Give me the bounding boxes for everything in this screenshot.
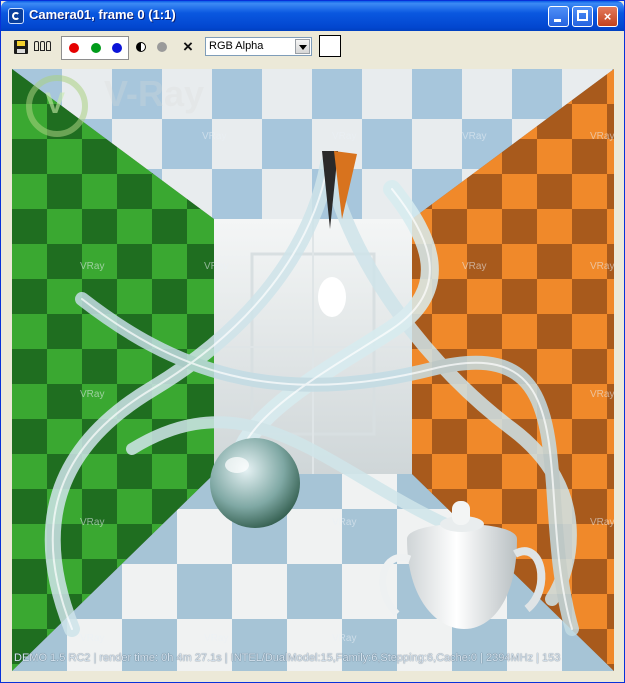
vray-logo-word: V-Ray [104, 73, 205, 114]
maximize-button[interactable] [572, 6, 593, 27]
watermark: VRay [332, 633, 357, 644]
color-swatch[interactable] [319, 35, 341, 57]
title-bar[interactable]: Camera01, frame 0 (1:1) × [1, 1, 624, 31]
window-title: Camera01, frame 0 (1:1) [29, 7, 176, 22]
green-channel-toggle[interactable] [91, 43, 101, 53]
render-status-text: DEMO 1.5 RC2 | render time: 0h 4m 27.1s … [14, 652, 561, 664]
monochrome-icon[interactable] [131, 37, 151, 57]
watermark: VRay [590, 261, 614, 272]
red-channel-toggle[interactable] [69, 43, 79, 53]
chevron-down-icon[interactable] [295, 39, 310, 54]
watermark: VRay [590, 517, 614, 528]
render-viewport[interactable]: V V-Ray VRay VRay VRay VRay VRay VRay VR… [12, 69, 614, 671]
watermark: VRay [332, 517, 357, 528]
watermark: VRay [590, 389, 614, 400]
close-button[interactable]: × [597, 6, 618, 27]
vray-logo-mark: V [45, 87, 66, 120]
watermark: VRay [202, 131, 227, 142]
gray-channel-icon[interactable] [152, 37, 172, 57]
channel-select-value: RGB Alpha [209, 40, 264, 52]
watermark: VRay [332, 131, 357, 142]
close-icon: × [603, 9, 612, 24]
watermark: VRay [80, 517, 105, 528]
watermark: VRay [590, 131, 614, 142]
minimize-icon [554, 19, 561, 22]
clone-icon[interactable] [33, 37, 53, 57]
watermark: VRay [462, 131, 487, 142]
clear-button[interactable]: × [178, 37, 198, 57]
render-toolbar: × RGB Alpha [5, 33, 620, 63]
watermark: VRay [462, 261, 487, 272]
watermark: VRay [80, 389, 105, 400]
blue-channel-toggle[interactable] [112, 43, 122, 53]
watermark: VRay [204, 261, 229, 272]
watermark: VRay [80, 261, 105, 272]
render-frame-window: Camera01, frame 0 (1:1) × × RGB Alpha V … [0, 0, 625, 683]
minimize-button[interactable] [548, 6, 569, 27]
watermark: VRay [204, 633, 229, 644]
watermark: VRay [80, 633, 105, 644]
channel-select[interactable]: RGB Alpha [205, 37, 312, 56]
rendered-image [12, 69, 614, 671]
channel-toggle-group [61, 36, 129, 60]
save-icon[interactable] [11, 37, 31, 57]
maximize-icon [577, 10, 588, 21]
app-icon[interactable] [8, 8, 24, 24]
